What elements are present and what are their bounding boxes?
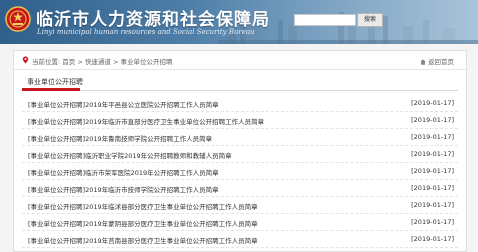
search-button[interactable]: 搜索 — [357, 13, 383, 27]
home-icon — [420, 59, 426, 65]
list-item-title[interactable]: [事业单位公开招聘]2019年平邑县公立医院公开招聘工作人员简章 — [28, 99, 219, 109]
breadcrumb-bar: 当前位置: 首页 > 快速通道 > 事业单位公开招聘 返回首页 — [14, 51, 466, 70]
site-subtitle: Linyi municipal human resources and Soci… — [37, 28, 255, 36]
breadcrumb-home[interactable]: 首页 — [62, 58, 75, 66]
list-item: [事业单位公开招聘]2019年临沂市直部分医疗卫生事业单位公开招聘工作人员简章 … — [22, 112, 458, 129]
list-item: [事业单位公开招聘]2019年临沂市技师学院公开招聘工作人员简章 [2019-0… — [22, 180, 458, 197]
list-item-date: [2019-01-17] — [411, 133, 454, 141]
breadcrumb-prefix: 当前位置: — [32, 58, 61, 66]
list-item-title[interactable]: [事业单位公开招聘]2019年临沂市技师学院公开招聘工作人员简章 — [28, 184, 219, 194]
list-item-date: [2019-01-17] — [411, 184, 454, 192]
section-tab[interactable]: 事业单位公开招聘 — [27, 77, 83, 87]
breadcrumb: 当前位置: 首页 > 快速通道 > 事业单位公开招聘 — [32, 56, 172, 66]
search-input[interactable] — [294, 14, 356, 26]
back-home-label: 返回首页 — [428, 58, 454, 66]
list-item: [事业单位公开招聘]2019年平邑县公立医院公开招聘工作人员简章 [2019-0… — [22, 95, 458, 112]
breadcrumb-current[interactable]: 事业单位公开招聘 — [120, 58, 172, 66]
location-pin-icon — [22, 56, 29, 64]
list-item: [事业单位公开招聘]临沂职业学院2019年公开招聘教师和教辅人员简章 [2019… — [22, 146, 458, 163]
list-item-date: [2019-01-17] — [411, 218, 454, 226]
section-tab-underline — [22, 88, 80, 91]
list-item-title[interactable]: [事业单位公开招聘]临沂职业学院2019年公开招聘教师和教辅人员简章 — [28, 150, 232, 160]
list-item: [事业单位公开招聘]2019年临沭县部分医疗卫生事业单位公开招聘工作人员简章 [… — [22, 197, 458, 214]
site-title: 临沂市人力资源和社会保障局 — [36, 10, 270, 30]
section-divider — [22, 90, 458, 91]
list-item-title[interactable]: [事业单位公开招聘]2019年莒南县部分医疗卫生事业单位公开招聘工作人员简章 — [28, 235, 258, 245]
site-header: 临沂市人力资源和社会保障局 Linyi municipal human reso… — [0, 0, 478, 44]
announcement-list: [事业单位公开招聘]2019年平邑县公立医院公开招聘工作人员简章 [2019-0… — [22, 95, 458, 248]
list-item-title[interactable]: [事业单位公开招聘]2019年鲁南技师学院公开招聘工作人员简章 — [28, 133, 212, 143]
content-panel: 当前位置: 首页 > 快速通道 > 事业单位公开招聘 返回首页 事业单位公开招聘… — [13, 50, 467, 252]
list-item-title[interactable]: [事业单位公开招聘]2019年临沭县部分医疗卫生事业单位公开招聘工作人员简章 — [28, 201, 258, 211]
list-item-title[interactable]: [事业单位公开招聘]2019年临沂市直部分医疗卫生事业单位公开招聘工作人员简章 — [28, 116, 264, 126]
breadcrumb-separator: > — [77, 58, 85, 66]
list-item: [事业单位公开招聘]临沂市荣军医院2019年公开招聘工作人员简章 [2019-0… — [22, 163, 458, 180]
back-home-link[interactable]: 返回首页 — [420, 56, 454, 66]
list-item: [事业单位公开招聘]2019年蒙阴县部分医疗卫生事业单位公开招聘工作人员简章 [… — [22, 214, 458, 231]
list-item-title[interactable]: [事业单位公开招聘]2019年蒙阴县部分医疗卫生事业单位公开招聘工作人员简章 — [28, 218, 258, 228]
list-item-date: [2019-01-17] — [411, 201, 454, 209]
list-item-date: [2019-01-17] — [411, 167, 454, 175]
list-item: [事业单位公开招聘]2019年鲁南技师学院公开招聘工作人员简章 [2019-01… — [22, 129, 458, 146]
list-item-date: [2019-01-17] — [411, 116, 454, 124]
list-item-date: [2019-01-17] — [411, 235, 454, 243]
list-item-date: [2019-01-17] — [411, 99, 454, 107]
breadcrumb-quick-channel[interactable]: 快速通道 — [85, 58, 111, 66]
list-item-date: [2019-01-17] — [411, 150, 454, 158]
national-emblem-icon — [5, 6, 31, 32]
list-item-title[interactable]: [事业单位公开招聘]临沂市荣军医院2019年公开招聘工作人员简章 — [28, 167, 219, 177]
